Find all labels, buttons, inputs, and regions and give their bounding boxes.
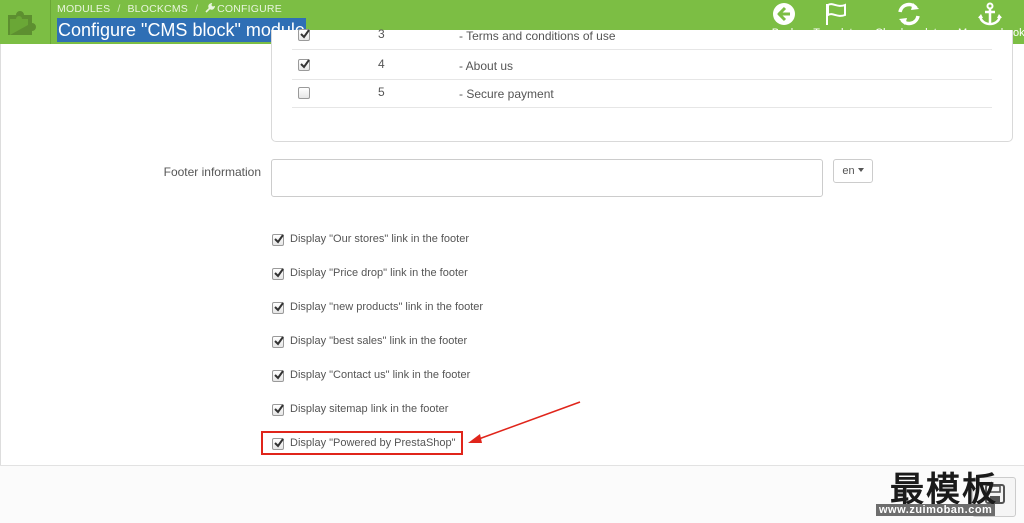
cms-page-row: 5 - Secure payment <box>292 80 992 108</box>
cms-page-checkbox[interactable] <box>298 29 310 41</box>
breadcrumb-modules[interactable]: MODULES <box>57 3 110 15</box>
page-title: Configure "CMS block" module <box>57 18 306 42</box>
option-label: Display sitemap link in the footer <box>290 403 449 415</box>
caret-down-icon <box>857 168 864 172</box>
option-checkbox[interactable] <box>272 404 284 416</box>
option-label: Display "best sales" link in the footer <box>290 335 468 347</box>
cms-page-checkbox[interactable] <box>298 59 310 71</box>
breadcrumb-separator: / <box>117 3 121 15</box>
option-checkbox[interactable] <box>272 302 284 314</box>
cms-page-id: 5 <box>378 85 385 99</box>
breadcrumb-separator: / <box>194 3 199 15</box>
cms-page-id: 4 <box>378 57 385 71</box>
checkmark-icon <box>300 59 310 69</box>
cms-page-checkbox[interactable] <box>298 87 310 99</box>
footer-information-label: Footer information <box>163 165 261 179</box>
footer-information-input[interactable] <box>271 159 823 197</box>
checkmark-icon <box>274 404 284 414</box>
cms-page-name: - Terms and conditions of use <box>459 29 616 43</box>
language-dropdown-value: en <box>842 165 855 177</box>
cms-page-row: 3 - Terms and conditions of use <box>292 22 992 50</box>
breadcrumb-blockcms[interactable]: BLOCKCMS <box>127 3 188 15</box>
wrench-icon <box>205 2 216 16</box>
checkmark-icon <box>300 29 310 39</box>
option-label: Display "Price drop" link in the footer <box>290 267 468 279</box>
option-checkbox[interactable] <box>272 336 284 348</box>
module-logo <box>0 0 51 44</box>
option-checkbox[interactable] <box>272 268 284 280</box>
annotation-arrow-icon <box>468 401 581 443</box>
breadcrumb-configure: CONFIGURE <box>217 3 282 15</box>
checkmark-icon <box>274 302 284 312</box>
option-label: Display "Contact us" link in the footer <box>290 369 471 381</box>
option-checkbox[interactable] <box>272 234 284 246</box>
checkmark-icon <box>274 336 284 346</box>
cms-pages-panel: 3 - Terms and conditions of use 4 - Abou… <box>271 27 1013 142</box>
language-dropdown[interactable]: en <box>833 159 873 183</box>
watermark-url: www.zuimoban.com <box>876 504 996 516</box>
cms-page-name: - About us <box>459 59 514 73</box>
checkmark-icon <box>274 234 284 244</box>
option-checkbox[interactable] <box>272 370 284 382</box>
puzzle-icon <box>8 11 36 35</box>
option-label: Display "new products" link in the foote… <box>290 301 484 313</box>
checkmark-icon <box>274 370 284 380</box>
cms-page-id: 3 <box>378 27 385 41</box>
cms-page-row: 4 - About us <box>292 52 992 80</box>
checkmark-icon <box>274 268 284 278</box>
option-label: Display "Our stores" link in the footer <box>290 233 469 245</box>
annotation-highlight-box <box>261 431 463 455</box>
form-footer <box>0 465 1024 523</box>
breadcrumb: MODULES / BLOCKCMS / CONFIGURE <box>57 2 282 16</box>
cms-page-name: - Secure payment <box>459 87 554 101</box>
